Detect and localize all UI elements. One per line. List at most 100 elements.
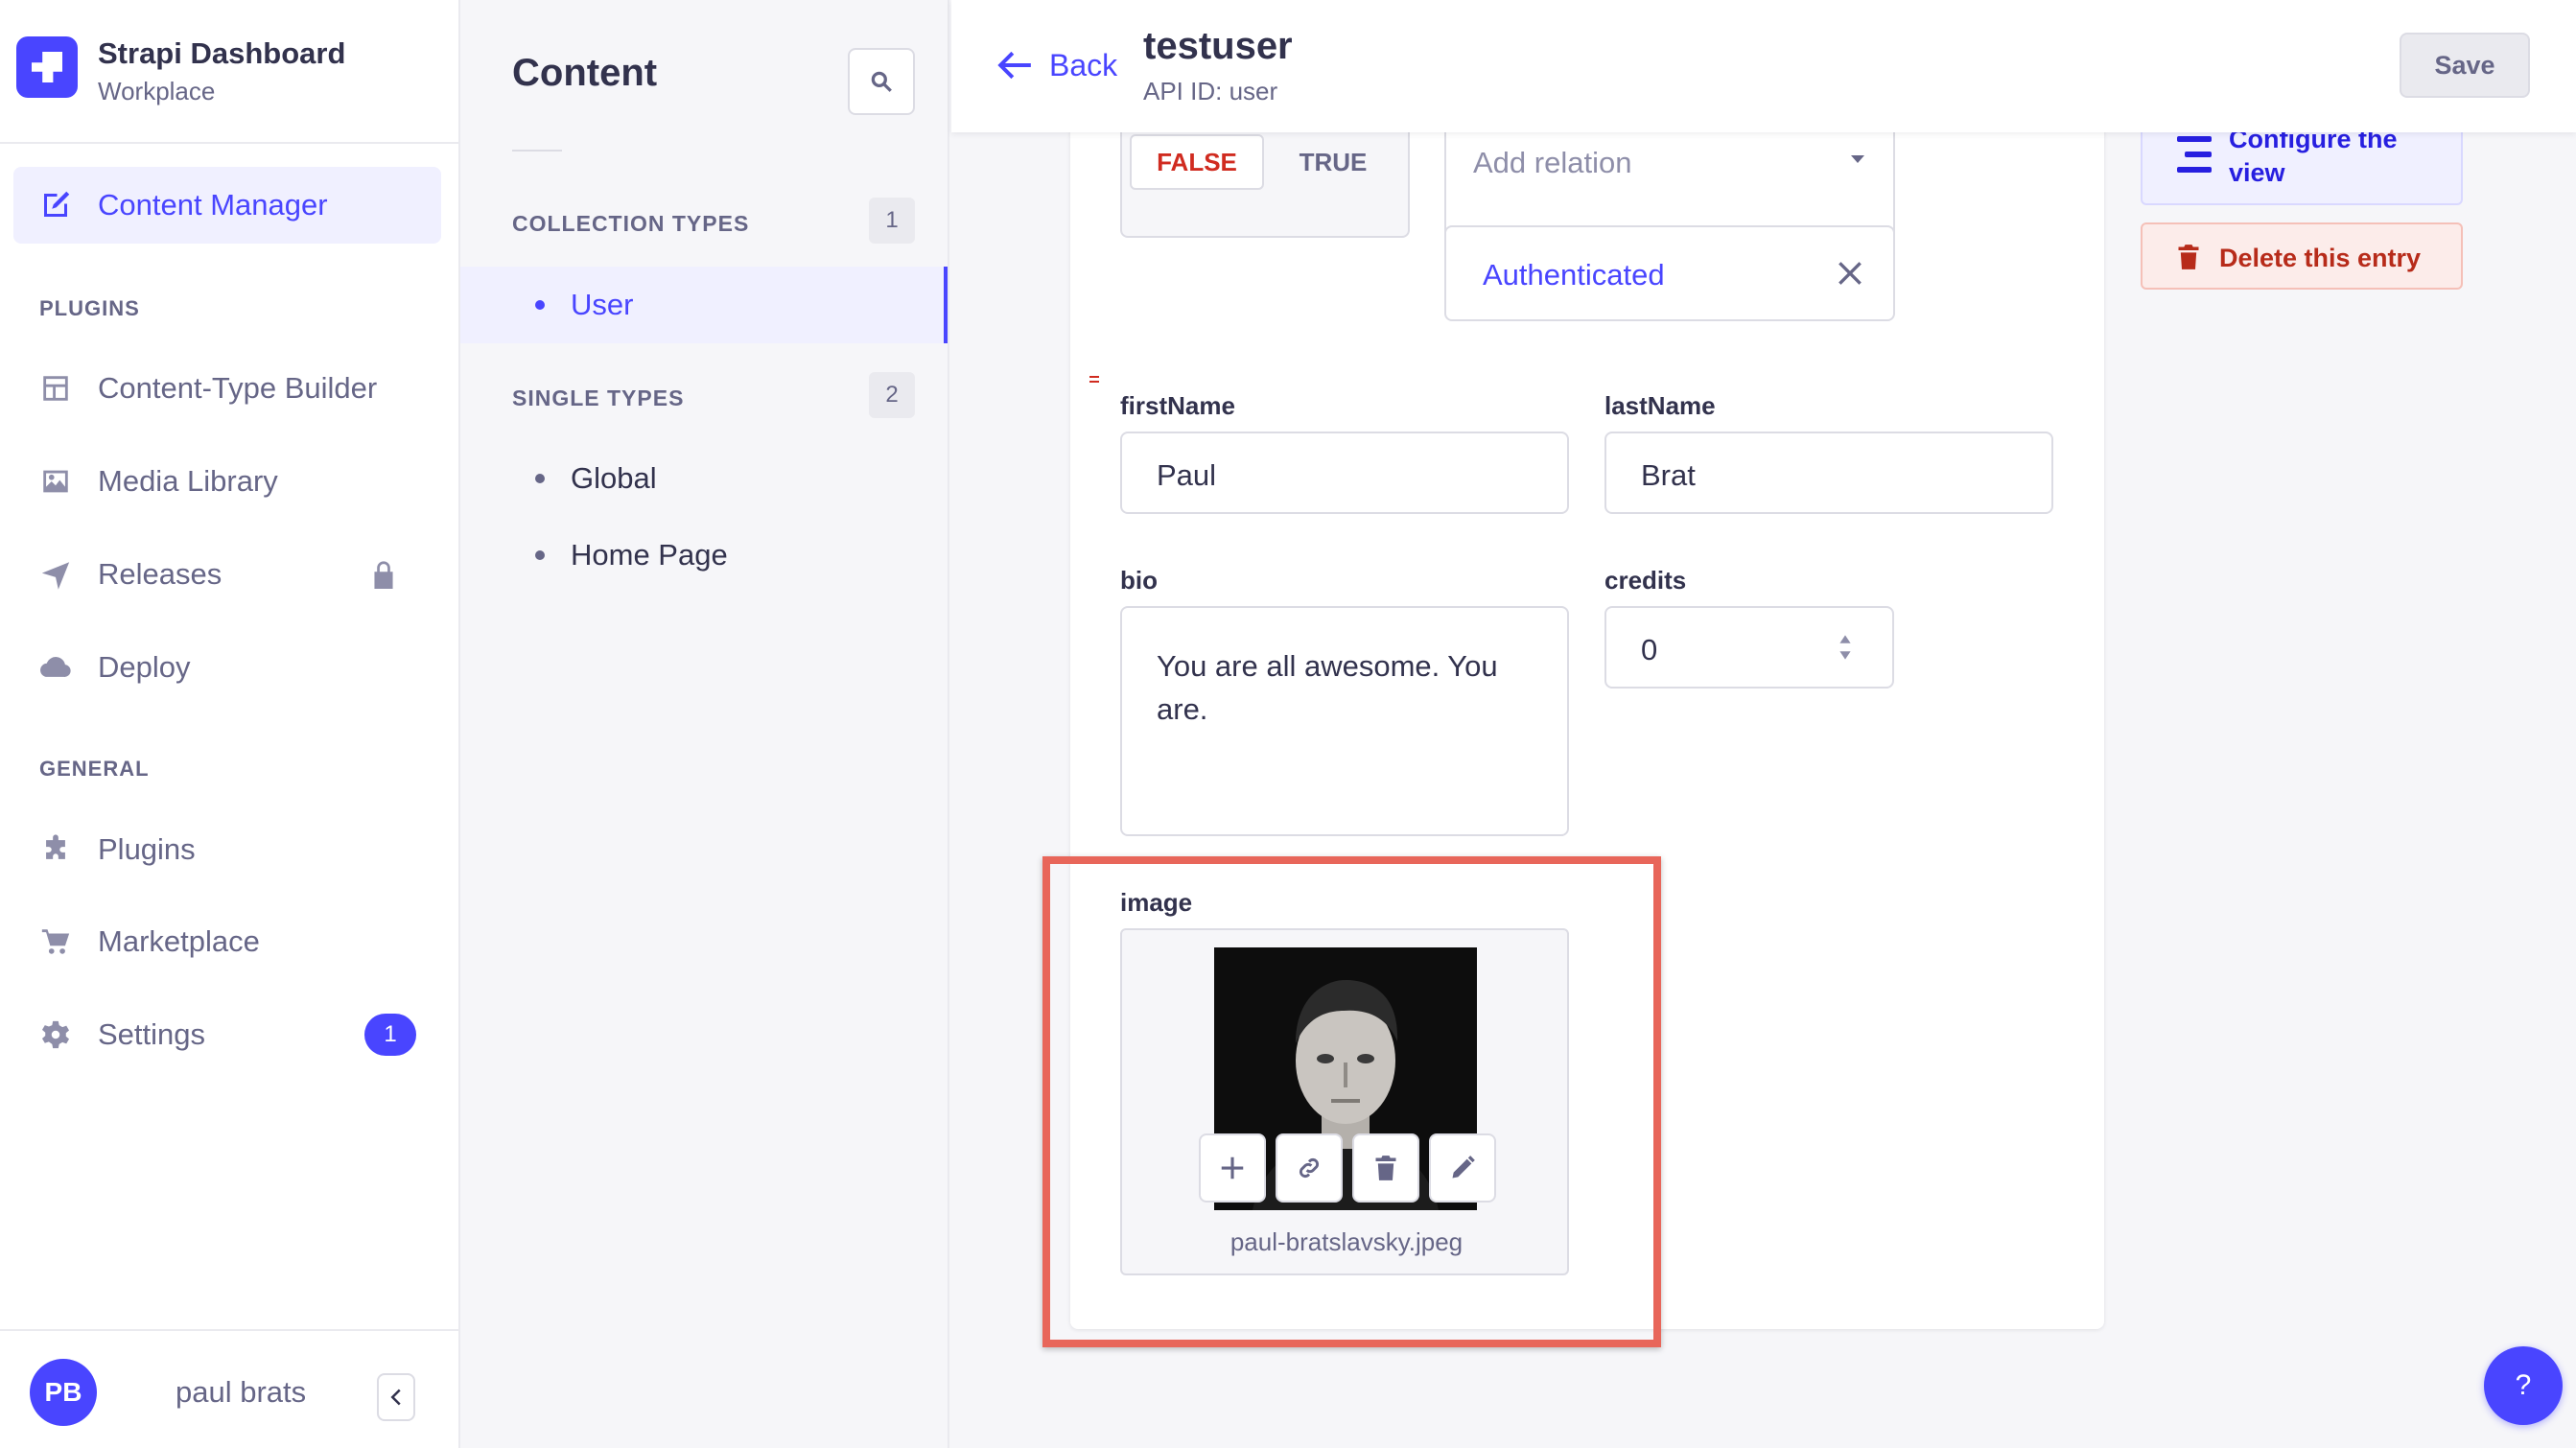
boolean-toggle[interactable]: FALSE TRUE [1120,125,1410,238]
nav-label-media-library: Media Library [98,464,278,498]
delete-media-button[interactable] [1352,1133,1419,1203]
nav-item-marketplace[interactable]: Marketplace [13,903,441,980]
bio-value: You are all awesome. You are. [1157,649,1498,726]
drag-handle-icon[interactable] [1089,376,1099,378]
paper-plane-icon [38,557,73,592]
caret-down-icon [1851,155,1864,163]
search-icon [871,71,892,92]
last-name-field[interactable]: Brat [1604,432,2053,514]
profile-name[interactable]: paul brats [176,1375,306,1410]
relation-select[interactable]: Add relation [1444,125,1895,240]
subnav-title: Content [512,52,658,94]
bullet-icon [535,300,545,310]
shopping-cart-icon [38,924,73,959]
subnav-divider [512,150,562,152]
collection-types-count: 1 [869,198,915,244]
trash-icon [1375,1156,1396,1180]
nav-item-deploy[interactable]: Deploy [13,629,441,706]
subnav-item-label: User [571,288,634,321]
save-button[interactable]: Save [2400,33,2530,98]
settings-notification-badge: 1 [364,1014,416,1056]
puzzle-icon [38,832,73,867]
toggle-true-option[interactable]: TRUE [1266,134,1400,190]
relation-item-authenticated[interactable]: Authenticated [1444,225,1895,321]
collection-types-heading[interactable]: COLLECTION TYPES [512,211,749,237]
help-button[interactable]: ? [2484,1346,2563,1425]
single-types-heading[interactable]: SINGLE TYPES [512,385,684,411]
nav-label-settings: Settings [98,1017,206,1051]
last-name-label: lastName [1604,391,1716,420]
image-media-input[interactable]: paul-bratslavsky.jpeg [1120,928,1569,1275]
delete-entry-label: Delete this entry [2219,244,2422,272]
collapse-nav-button[interactable] [377,1373,415,1421]
close-icon[interactable] [1835,258,1865,289]
nav-label-releases: Releases [98,557,222,591]
cloud-icon [38,650,73,685]
back-link[interactable]: Back [997,42,1117,88]
edit-media-button[interactable] [1429,1133,1496,1203]
last-name-value: Brat [1641,458,1696,492]
bullet-icon [535,550,545,560]
delete-entry-button[interactable]: Delete this entry [2141,222,2463,290]
gear-icon [38,1017,73,1052]
stepper-arrows-icon[interactable] [1838,633,1852,662]
bio-textarea[interactable]: You are all awesome. You are. [1120,606,1569,836]
credits-value: 0 [1641,633,1658,666]
subnav-item-global[interactable]: Global [460,440,948,517]
pencil-icon [1452,1156,1475,1179]
nav-label-content-type-builder: Content-Type Builder [98,371,378,405]
main-navigation: Strapi Dashboard Workplace Content Manag… [0,0,460,1448]
link-icon [1299,1157,1320,1179]
nav-item-content-manager[interactable]: Content Manager [13,167,441,244]
nav-item-settings[interactable]: Settings 1 [13,996,441,1073]
relation-link[interactable]: Authenticated [1483,258,1665,292]
nav-item-content-type-builder[interactable]: Content-Type Builder [13,350,441,427]
toggle-false-option[interactable]: FALSE [1130,134,1264,190]
single-types-count: 2 [869,372,915,418]
image-icon [38,464,73,499]
credits-number-input[interactable]: 0 [1604,606,1894,689]
plus-icon [1221,1156,1244,1179]
subnav-item-user[interactable]: User [460,267,948,343]
image-filename: paul-bratslavsky.jpeg [1229,1227,1464,1256]
pencil-square-icon [38,188,73,222]
lock-icon [374,561,393,589]
user-profile: PB paul brats [0,1329,458,1448]
arrow-left-icon [997,51,1031,80]
entry-form-card: FALSE TRUE Add relation Authenticated fi… [1070,86,2104,1329]
nav-section-plugins: PLUGINS [39,296,140,320]
nav-label-marketplace: Marketplace [98,924,260,958]
first-name-field[interactable]: Paul [1120,432,1569,514]
image-label: image [1120,888,1193,917]
add-media-button[interactable] [1199,1133,1266,1203]
nav-label-content-manager: Content Manager [98,188,328,222]
chevron-left-icon [390,1389,401,1406]
list-icon [2177,136,2212,173]
strapi-logo-icon [16,36,78,98]
nav-label-deploy: Deploy [98,650,191,684]
brand-subtitle: Workplace [98,77,216,105]
back-label: Back [1049,47,1118,82]
subnav-item-label: Home Page [571,538,728,572]
page-title: testuser [1143,25,1293,67]
trash-icon [2178,245,2199,269]
nav-item-releases[interactable]: Releases [13,536,441,613]
media-actions [1199,1133,1496,1203]
brand-header: Strapi Dashboard Workplace [0,0,458,144]
credits-label: credits [1604,566,1687,595]
nav-item-media-library[interactable]: Media Library [13,443,441,520]
configure-view-label: Configure the view [2229,125,2398,187]
subnav-item-home-page[interactable]: Home Page [460,517,948,594]
layout-icon [38,371,73,406]
first-name-value: Paul [1157,458,1217,492]
nav-item-plugins[interactable]: Plugins [13,811,441,888]
api-id-label: API ID: user [1143,77,1278,105]
first-name-label: firstName [1120,391,1235,420]
subnav-item-label: Global [571,461,657,495]
edit-view-header: Back testuser API ID: user Save [951,0,2576,132]
brand-title: Strapi Dashboard [98,36,346,70]
bullet-icon [535,474,545,483]
subnav-search-button[interactable] [848,48,915,115]
avatar[interactable]: PB [30,1359,97,1426]
copy-link-button[interactable] [1276,1133,1343,1203]
